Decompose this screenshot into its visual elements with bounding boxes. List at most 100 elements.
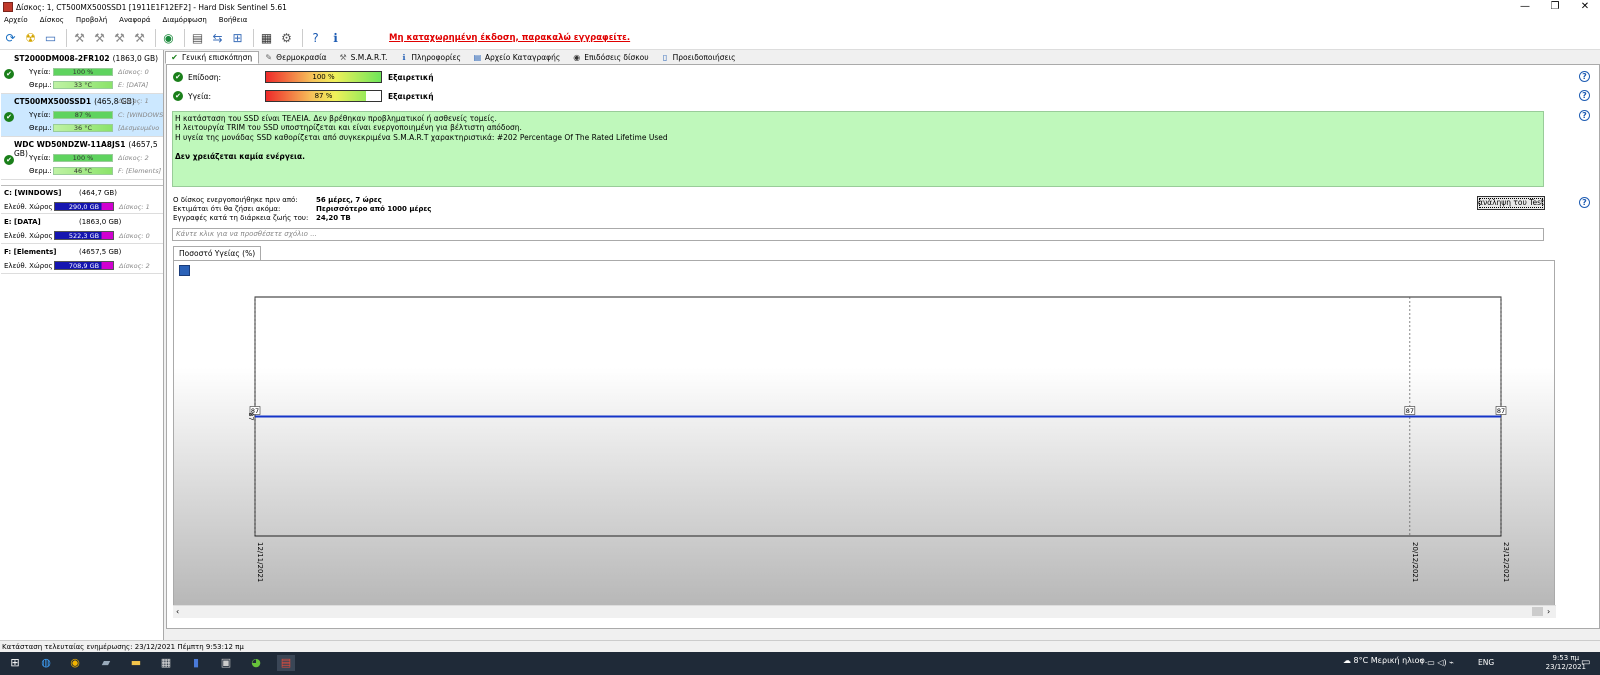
volume-label: F: [Elements] (118, 167, 162, 175)
temp-label: Θερμ.: (29, 81, 52, 89)
alert-icon[interactable]: ☢ (22, 29, 39, 46)
menu-bar: Αρχείο Δίσκος Προβολή Αναφορά Διαμόρφωση… (0, 14, 1600, 26)
chrome-icon[interactable]: ◉ (66, 655, 84, 671)
free-space-label: Ελεύθ. Χώρος (4, 203, 53, 211)
network-icon[interactable]: ⊞ (229, 29, 246, 46)
volume-item-e[interactable]: E: [DATA] (1863,0 GB) Ελεύθ. Χώρος 522,3… (1, 215, 163, 244)
title-bar: Δίσκος: 1, CT500MX500SSD1 [1911E1F12EF2]… (0, 0, 1600, 14)
help-icon[interactable]: ? (1579, 197, 1590, 208)
close-button[interactable]: ✕ (1570, 0, 1600, 14)
chart-icon[interactable]: ▦ (258, 29, 275, 46)
status-bar: Κατάσταση τελευταίας ενημέρωσης: 23/12/2… (0, 640, 1600, 652)
edge-icon[interactable]: ◍ (37, 655, 55, 671)
menu-view[interactable]: Προβολή (76, 16, 107, 24)
refresh-icon[interactable]: ⟳ (2, 29, 19, 46)
weather-widget[interactable]: ☁ 8°C Μερική ηλιοφ. (1343, 656, 1427, 665)
send-report-icon[interactable]: ⇆ (209, 29, 226, 46)
calendar-icon[interactable]: ▦ (157, 655, 175, 671)
app-icon[interactable]: ▮ (187, 655, 205, 671)
clock[interactable]: 9:53 πμ 23/12/2021 (1546, 654, 1586, 672)
disk-name: ST2000DM008-2FR102 (1863,0 GB) (14, 54, 159, 63)
maximize-button[interactable]: ❐ (1540, 0, 1570, 14)
globe-icon[interactable]: ◉ (160, 29, 177, 46)
horizontal-scrollbar[interactable]: ‹ › (173, 605, 1556, 618)
volume-name: F: [Elements] (4, 248, 57, 256)
health-row: ✔ Υγεία: 87 % Εξαιρετική (173, 90, 434, 102)
comment-input[interactable]: Κάντε κλικ για να προσθέσετε σχόλιο ... (172, 228, 1544, 241)
ok-icon: ✔ (173, 72, 183, 82)
report-icon[interactable]: ▤ (189, 29, 206, 46)
start-icon[interactable]: ⊞ (6, 655, 24, 671)
health-rating: Εξαιρετική (388, 91, 434, 101)
tab-smart[interactable]: ⚒ S.M.A.R.T. (334, 51, 395, 64)
menu-report[interactable]: Αναφορά (119, 16, 150, 24)
disk-icon[interactable]: ▭ (42, 29, 59, 46)
menu-disk[interactable]: Δίσκος (40, 16, 64, 24)
scroll-right-icon[interactable]: › (1547, 607, 1550, 616)
stat-power-on: Ο δίσκος ενεργοποιήθηκε πριν από: 56 μέρε… (173, 196, 382, 204)
volume-item-c[interactable]: C: [WINDOWS] (464,7 GB) Ελεύθ. Χώρος 290… (1, 185, 163, 214)
disk-item-2[interactable]: WDC WD50NDZW-11A8JS1 (4657,5 GB) ✔ Υγεία:… (1, 137, 163, 180)
register-link[interactable]: Μη καταχωρημένη έκδοση, παρακαλώ εγγραφε… (389, 33, 630, 43)
menu-configuration[interactable]: Διαμόρφωση (162, 16, 206, 24)
volume-item-f[interactable]: F: [Elements] (4657,5 GB) Ελεύθ. Χώρος 7… (1, 245, 163, 274)
scroll-thumb[interactable] (1532, 607, 1543, 616)
app-icon (3, 2, 13, 12)
document-icon: ▯ (662, 53, 668, 62)
hard-disk-sentinel-icon[interactable]: ▤ (277, 655, 295, 671)
status-description: Η κατάσταση του SSD είναι ΤΕΛΕΙΑ. Δεν βρ… (172, 111, 1544, 187)
tab-temperature[interactable]: ✎ Θερμοκρασία (259, 51, 333, 64)
health-label: Υγεία: (29, 154, 51, 162)
help-icon[interactable]: ? (1579, 90, 1590, 101)
input-language[interactable]: ENG (1478, 658, 1494, 667)
tray-icons[interactable]: ⌃ ▭ ◁) ⌁ (1418, 658, 1454, 667)
volume-name: E: [DATA] (4, 218, 41, 226)
tab-health-percentage[interactable]: Ποσοστό Υγείας (%) (173, 246, 262, 260)
notification-icon[interactable]: ▭ (1581, 657, 1590, 668)
thermometer-icon: ✎ (265, 53, 273, 62)
test-icon[interactable]: ⚒ (71, 29, 88, 46)
health-label: Υγεία: (29, 68, 51, 76)
utility-icon[interactable]: ◕ (247, 655, 265, 671)
tab-information[interactable]: ℹ Πληροφορίες (394, 51, 467, 64)
health-bar: 87 % (53, 111, 113, 119)
volume-size: (464,7 GB) (79, 189, 117, 197)
temp-label: Θερμ.: (29, 167, 52, 175)
disk-item-1[interactable]: CT500MX500SSD1 (465,8 GB) Δίσκος: 1 ✔ Υγε… (1, 94, 163, 137)
check-icon: ✔ (171, 53, 178, 62)
volume-disk: Δίσκος: 2 (119, 262, 150, 270)
short-test-icon[interactable]: ⚒ (111, 29, 128, 46)
clock-time: 9:53 πμ (1552, 654, 1580, 662)
tab-overview[interactable]: ✔ Γενική επισκόπηση (165, 51, 260, 64)
disk-item-0[interactable]: ST2000DM008-2FR102 (1863,0 GB) ✔ Υγεία: 1… (1, 51, 163, 94)
temp-bar: 36 °C (53, 124, 113, 132)
volume-size: (1863,0 GB) (79, 218, 122, 226)
repeat-test-button[interactable]: Επανάληψη του Test (1477, 196, 1545, 210)
volume-disk: Δίσκος: 0 (119, 232, 150, 240)
tab-disk-performance[interactable]: ◉ Επιδόσεις δίσκου (567, 51, 655, 64)
minimize-button[interactable]: — (1510, 0, 1540, 14)
status-action: Δεν χρειάζεται καμία ενέργεια. (175, 151, 305, 161)
menu-help[interactable]: Βοήθεια (219, 16, 248, 24)
health-bar: 100 % (53, 68, 113, 76)
overview-panel: ✔ Επίδοση: 100 % Εξαιρετική ✔ Υγεία: 87 … (166, 64, 1600, 629)
info-icon[interactable]: ℹ (327, 29, 344, 46)
log-icon: ▤ (473, 53, 482, 62)
menu-file[interactable]: Αρχείο (4, 16, 28, 24)
help-icon[interactable]: ? (1579, 71, 1590, 82)
smart-icon: ⚒ (339, 53, 347, 62)
help-icon[interactable]: ? (1579, 110, 1590, 121)
volume-label: C: [WINDOWS (118, 111, 163, 119)
gear-icon[interactable]: ⚙ (278, 29, 295, 46)
surface-test-icon[interactable]: ⚒ (91, 29, 108, 46)
scroll-left-icon[interactable]: ‹ (176, 607, 179, 616)
info-icon: ℹ (402, 53, 406, 62)
tab-alerts[interactable]: ▯ Προειδοποιήσεις (656, 51, 743, 64)
device-icon[interactable]: ▣ (217, 655, 235, 671)
extended-test-icon[interactable]: ⚒ (131, 29, 148, 46)
x-tick-label: 23/12/2021 (1502, 542, 1510, 582)
help-icon[interactable]: ? (307, 29, 324, 46)
notepad-icon[interactable]: ▰ (97, 655, 115, 671)
tab-log[interactable]: ▤ Αρχείο Καταγραφής (468, 51, 567, 64)
explorer-icon[interactable]: ▬ (127, 655, 145, 671)
